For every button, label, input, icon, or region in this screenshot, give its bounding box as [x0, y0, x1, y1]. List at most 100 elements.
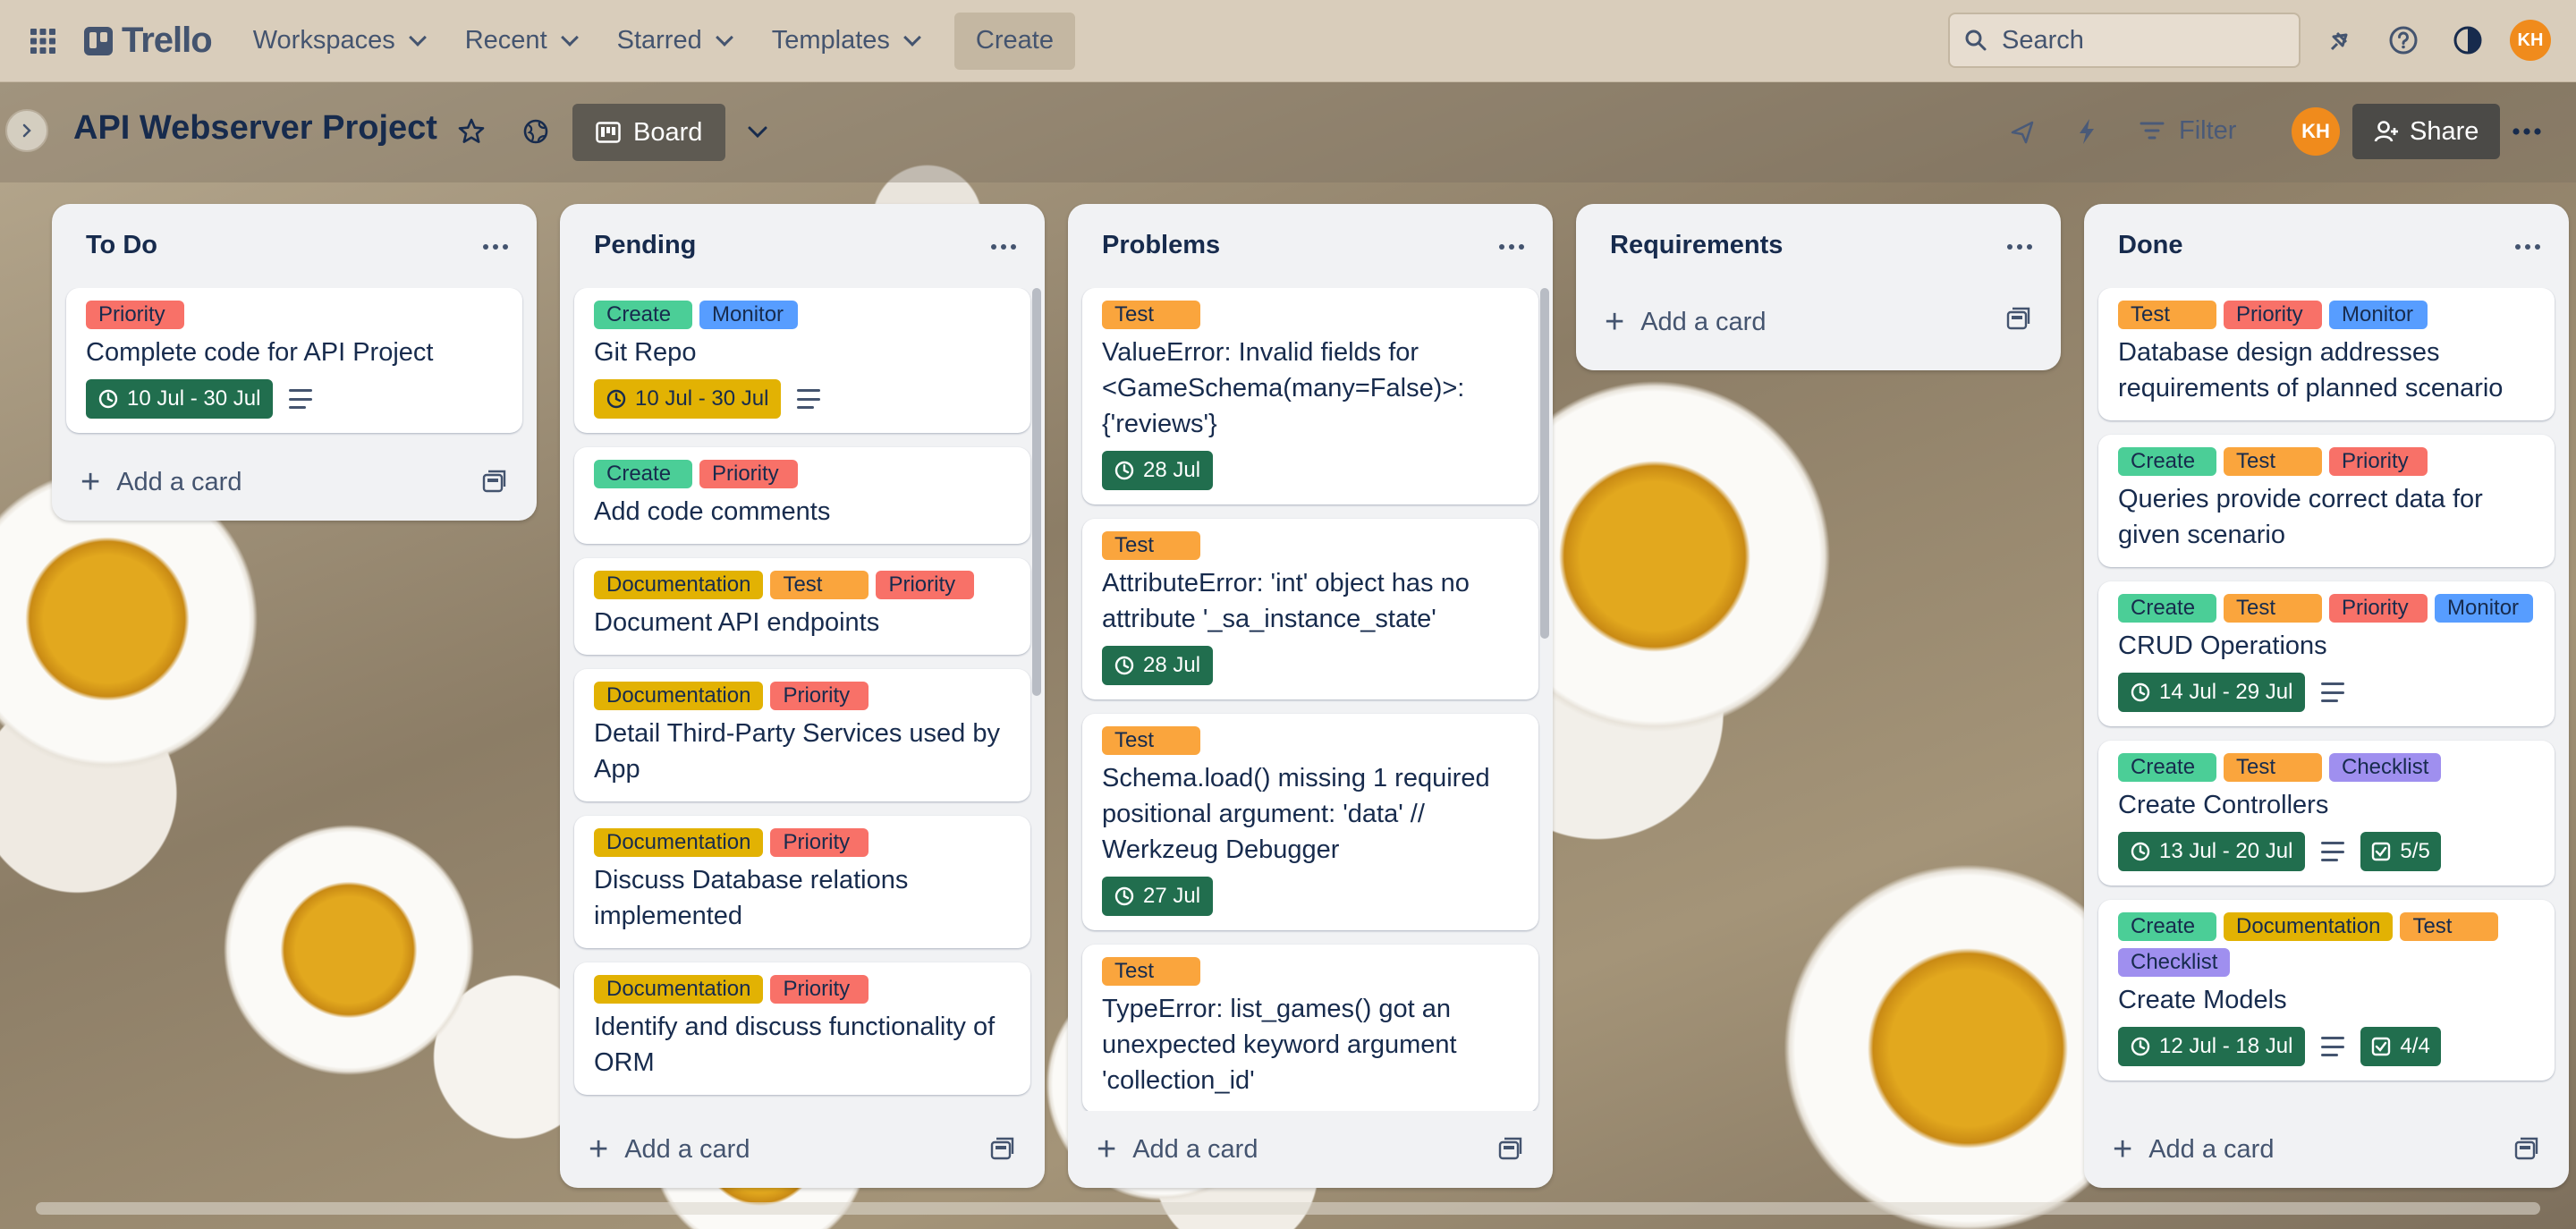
card[interactable]: Create Test Priority Monitor CRUD Operations…	[2098, 581, 2555, 726]
search-input[interactable]: Search	[1948, 13, 2301, 68]
list-to-do[interactable]: To Do Priority Complete code for API Proje…	[52, 204, 537, 521]
card[interactable]: Create Test Priority Queries provide correc…	[2098, 435, 2555, 567]
trello-logo[interactable]: Trello	[84, 21, 213, 61]
help-icon[interactable]	[2383, 20, 2424, 61]
label-test[interactable]: Test	[2224, 753, 2322, 782]
card[interactable]: Create Priority Add code comments	[574, 447, 1030, 544]
card[interactable]: Create Monitor Git Repo 10 Jul - 30 Jul	[574, 288, 1030, 433]
label-test[interactable]: Test	[770, 571, 869, 599]
card[interactable]: Documentation Priority Discuss Database re…	[574, 816, 1030, 948]
card[interactable]: Documentation Priority Detail Third-Party …	[574, 669, 1030, 801]
label-documentation[interactable]: Documentation	[594, 828, 764, 857]
label-create[interactable]: Create	[594, 460, 692, 488]
visibility-icon[interactable]	[515, 111, 556, 152]
card[interactable]: Test Schema.load() missing 1 required pos…	[1082, 714, 1538, 930]
due-date-badge[interactable]: 12 Jul - 18 Jul	[2118, 1027, 2306, 1066]
label-priority[interactable]: Priority	[770, 828, 869, 857]
label-test[interactable]: Test	[1102, 957, 1200, 986]
nav-starred[interactable]: Starred	[617, 26, 733, 55]
create-button[interactable]: Create	[953, 12, 1075, 70]
card[interactable]: Test Priority Monitor Database design addre…	[2098, 288, 2555, 420]
app-switcher-icon[interactable]	[21, 20, 64, 63]
label-test[interactable]: Test	[1102, 301, 1200, 329]
add-card-button[interactable]: + Add a card	[52, 444, 537, 521]
board-member-avatar[interactable]: KH	[2292, 107, 2340, 156]
label-test[interactable]: Test	[2224, 594, 2322, 623]
due-date-badge[interactable]: 14 Jul - 29 Jul	[2118, 673, 2306, 712]
due-date-badge[interactable]: 28 Jul	[1102, 646, 1214, 685]
label-create[interactable]: Create	[594, 301, 692, 329]
add-card-button[interactable]: + Add a card	[1068, 1111, 1553, 1188]
label-test[interactable]: Test	[2400, 912, 2499, 941]
list-title[interactable]: To Do	[86, 231, 157, 260]
label-priority[interactable]: Priority	[876, 571, 975, 599]
card[interactable]: Create Documentation Test Checklist Create M…	[2098, 900, 2555, 1081]
account-avatar[interactable]: KH	[2510, 20, 2551, 61]
power-ups-icon[interactable]	[2002, 111, 2043, 152]
label-test[interactable]: Test	[2118, 301, 2216, 329]
create-from-template-icon[interactable]	[2513, 1136, 2540, 1163]
due-date-badge[interactable]: 10 Jul - 30 Jul	[594, 379, 782, 419]
card[interactable]: Documentation Priority Identify and discus…	[574, 962, 1030, 1095]
due-date-badge[interactable]: 27 Jul	[1102, 877, 1214, 916]
share-button[interactable]: Share	[2352, 104, 2501, 159]
list-scrollbar[interactable]	[1540, 288, 1549, 639]
label-test[interactable]: Test	[1102, 531, 1200, 560]
list-title[interactable]: Pending	[594, 231, 696, 260]
create-from-template-icon[interactable]	[481, 469, 508, 496]
theme-toggle-icon[interactable]	[2447, 20, 2488, 61]
label-create[interactable]: Create	[2118, 447, 2216, 476]
list-problems[interactable]: Problems Test ValueError: Invalid fields f…	[1068, 204, 1553, 1188]
label-monitor[interactable]: Monitor	[2329, 301, 2428, 329]
nav-recent[interactable]: Recent	[465, 26, 579, 55]
notifications-icon[interactable]	[2318, 20, 2360, 61]
label-monitor[interactable]: Monitor	[2435, 594, 2533, 623]
label-documentation[interactable]: Documentation	[594, 682, 764, 710]
create-from-template-icon[interactable]	[1497, 1136, 1524, 1163]
label-priority[interactable]: Priority	[2329, 594, 2428, 623]
list-menu-icon[interactable]	[2000, 227, 2039, 267]
list-requirements[interactable]: Requirements + Add a card	[1576, 204, 2061, 370]
due-date-badge[interactable]: 28 Jul	[1102, 451, 1214, 490]
add-card-button[interactable]: + Add a card	[2084, 1111, 2569, 1188]
label-documentation[interactable]: Documentation	[2224, 912, 2394, 941]
card[interactable]: Test TypeError: list_games() got an unexp…	[1082, 945, 1538, 1111]
label-test[interactable]: Test	[1102, 726, 1200, 755]
add-card-button[interactable]: + Add a card	[560, 1111, 1045, 1188]
label-documentation[interactable]: Documentation	[594, 975, 764, 1004]
list-menu-icon[interactable]	[984, 227, 1023, 267]
list-menu-icon[interactable]	[2508, 227, 2547, 267]
due-date-badge[interactable]: 10 Jul - 30 Jul	[86, 379, 274, 419]
label-priority[interactable]: Priority	[770, 682, 869, 710]
nav-workspaces[interactable]: Workspaces	[253, 26, 427, 55]
views-dropdown-icon[interactable]	[737, 111, 778, 152]
due-date-badge[interactable]: 13 Jul - 20 Jul	[2118, 832, 2306, 871]
board-title[interactable]: API Webserver Project	[73, 109, 437, 148]
create-from-template-icon[interactable]	[989, 1136, 1016, 1163]
nav-templates[interactable]: Templates	[772, 26, 921, 55]
label-checklist[interactable]: Checklist	[2329, 753, 2442, 782]
list-title[interactable]: Requirements	[1610, 231, 1783, 260]
list-title[interactable]: Done	[2118, 231, 2183, 260]
list-title[interactable]: Problems	[1102, 231, 1220, 260]
card[interactable]: Priority Complete code for API Project 10 …	[66, 288, 522, 433]
label-documentation[interactable]: Documentation	[594, 571, 764, 599]
label-create[interactable]: Create	[2118, 753, 2216, 782]
filter-button[interactable]: Filter	[2140, 109, 2236, 152]
label-monitor[interactable]: Monitor	[699, 301, 798, 329]
list-menu-icon[interactable]	[1492, 227, 1531, 267]
more-options-icon[interactable]	[2506, 111, 2547, 152]
list-pending[interactable]: Pending Create Monitor Git Repo 10 Jul - 30 …	[560, 204, 1045, 1188]
list-menu-icon[interactable]	[476, 227, 515, 267]
create-from-template-icon[interactable]	[2005, 306, 2032, 333]
label-create[interactable]: Create	[2118, 594, 2216, 623]
label-priority[interactable]: Priority	[2329, 447, 2428, 476]
automation-icon[interactable]	[2066, 111, 2107, 152]
label-priority[interactable]: Priority	[699, 460, 798, 488]
label-priority[interactable]: Priority	[86, 301, 184, 329]
label-test[interactable]: Test	[2224, 447, 2322, 476]
horizontal-scrollbar[interactable]	[36, 1202, 2540, 1215]
card[interactable]: Test ValueError: Invalid fields for <Game…	[1082, 288, 1538, 504]
star-icon[interactable]	[451, 111, 492, 152]
sidebar-expand-button[interactable]	[5, 109, 48, 152]
